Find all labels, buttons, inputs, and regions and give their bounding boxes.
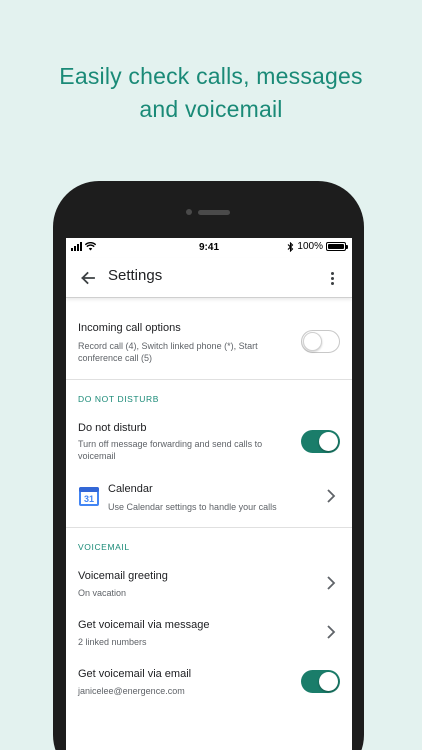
headline-line-1: Easily check calls, messages	[59, 63, 363, 89]
divider	[66, 527, 352, 528]
calendar-row[interactable]: 31 Calendar Use Calendar settings to han…	[66, 476, 352, 526]
front-camera	[186, 209, 192, 215]
voicemail-via-message-subtitle: 2 linked numbers	[78, 637, 147, 647]
app-bar: Settings	[66, 258, 352, 298]
voicemail-via-message-row[interactable]: Get voicemail via message 2 linked numbe…	[66, 609, 352, 655]
page-title: Settings	[108, 267, 163, 284]
calendar-subtitle: Use Calendar settings to handle your cal…	[108, 502, 277, 512]
voicemail-greeting-subtitle: On vacation	[78, 588, 127, 598]
voicemail-via-email-title: Get voicemail via email	[78, 668, 192, 680]
headline-line-2: and voicemail	[139, 96, 283, 122]
do-not-disturb-subtitle: Turn off message forwarding and send cal…	[78, 439, 263, 461]
speaker-grill	[198, 210, 230, 215]
status-bar: 9:41 100%	[66, 238, 352, 258]
incoming-call-options-toggle[interactable]	[301, 330, 340, 353]
do-not-disturb-toggle[interactable]	[301, 430, 340, 453]
voicemail-greeting-title: Voicemail greeting	[78, 570, 168, 582]
section-header-do-not-disturb: DO NOT DISTURB	[78, 394, 159, 404]
toggle-knob	[319, 672, 338, 691]
incoming-call-options-subtitle: Record call (4), Switch linked phone (*)…	[78, 341, 258, 363]
voicemail-via-email-row[interactable]: Get voicemail via email janicelee@energe…	[66, 658, 352, 704]
chevron-right-icon	[327, 489, 336, 503]
section-header-voicemail: VOICEMAIL	[78, 542, 130, 552]
chevron-right-icon	[327, 576, 336, 590]
calendar-title: Calendar	[108, 483, 153, 495]
calendar-icon: 31	[79, 487, 99, 506]
battery-percent: 100%	[297, 241, 323, 252]
battery-icon	[326, 242, 348, 251]
incoming-call-options-title: Incoming call options	[78, 322, 181, 334]
calendar-icon-text: 31	[84, 494, 94, 504]
voicemail-via-email-toggle[interactable]	[301, 670, 340, 693]
toggle-knob	[303, 332, 322, 351]
more-vert-icon[interactable]	[328, 268, 336, 288]
divider	[66, 379, 352, 380]
phone-screen: 9:41 100% Settings Incoming call options…	[66, 238, 352, 750]
voicemail-via-email-subtitle: janicelee@energence.com	[78, 686, 185, 696]
do-not-disturb-title: Do not disturb	[78, 422, 147, 434]
back-arrow-icon[interactable]	[78, 268, 98, 288]
status-right: 100%	[287, 241, 348, 252]
toggle-knob	[319, 432, 338, 451]
chevron-right-icon	[327, 625, 336, 639]
bluetooth-icon	[288, 241, 294, 252]
incoming-call-options-row[interactable]: Incoming call options Record call (4), S…	[66, 312, 352, 380]
headline: Easily check calls, messages and voicema…	[0, 60, 422, 126]
voicemail-greeting-row[interactable]: Voicemail greeting On vacation	[66, 560, 352, 606]
do-not-disturb-row[interactable]: Do not disturb Turn off message forwardi…	[66, 412, 352, 466]
voicemail-via-message-title: Get voicemail via message	[78, 619, 210, 631]
